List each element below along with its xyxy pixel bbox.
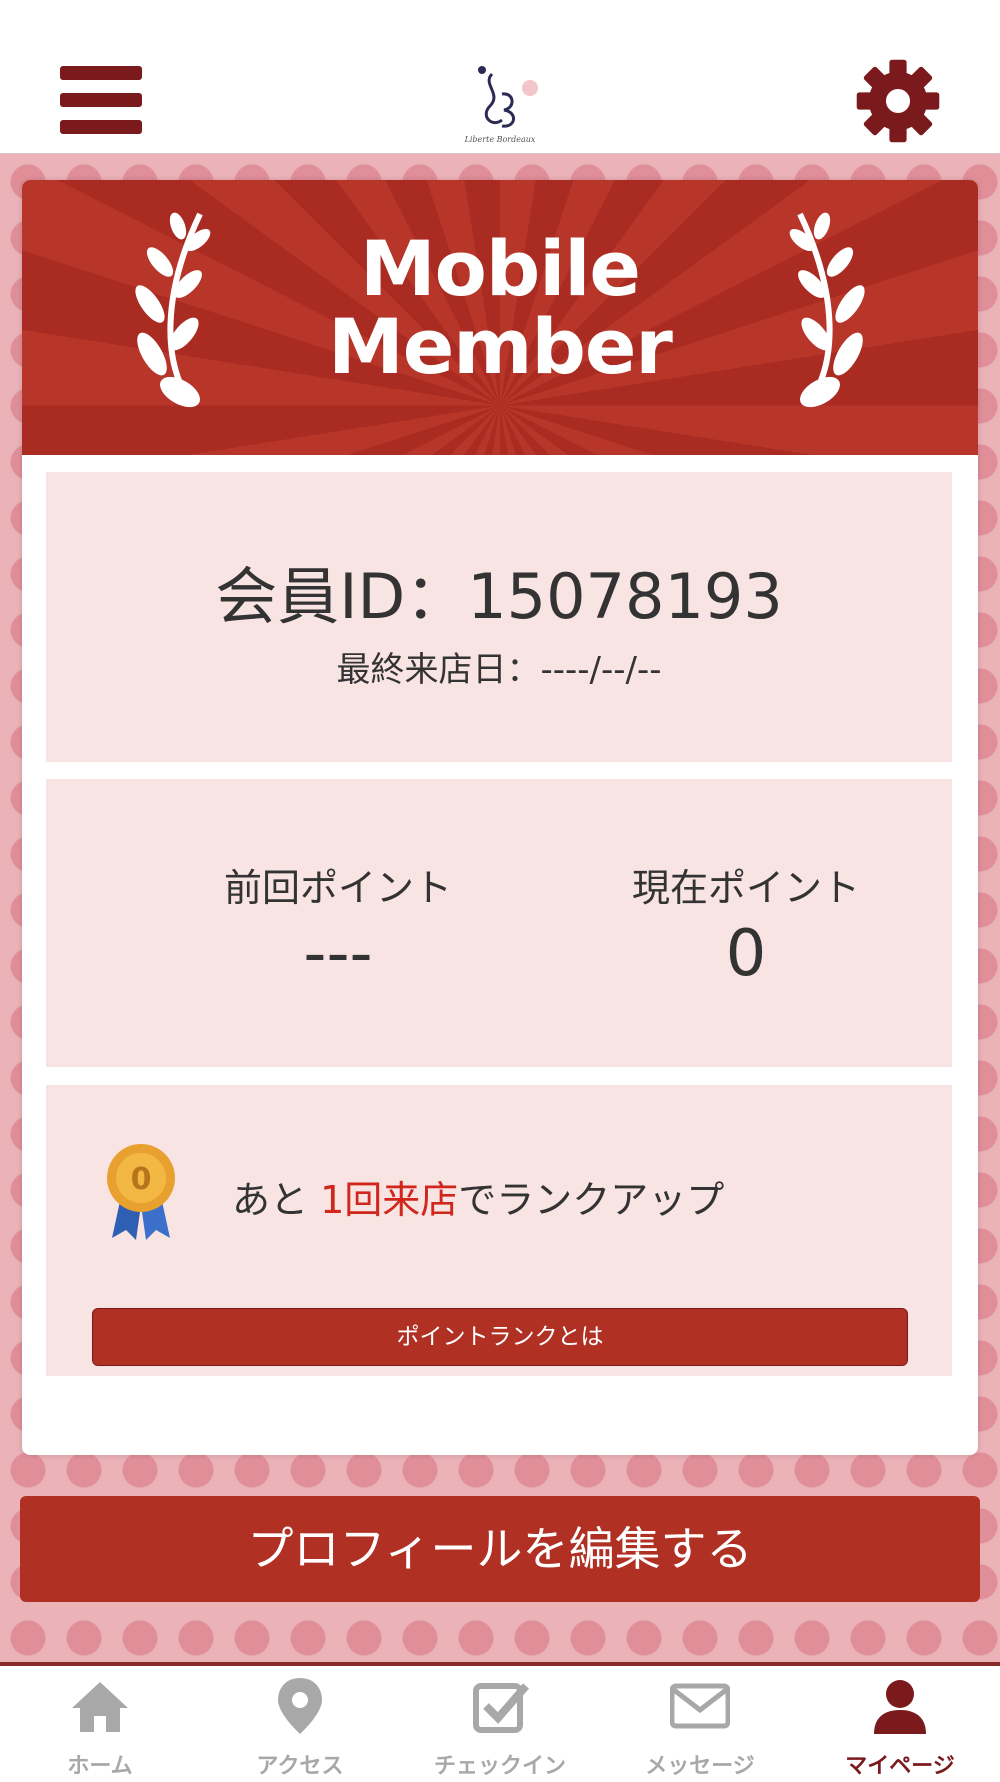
rank-visits-needed: 1回来店: [320, 1178, 459, 1222]
app-header: Liberte Bordeaux: [0, 0, 1000, 154]
tab-access[interactable]: アクセス: [200, 1666, 400, 1782]
member-card: Mobile Member 会員ID：15078193 最終来店日：----/-…: [22, 180, 978, 1455]
edit-profile-button[interactable]: プロフィールを編集する: [20, 1496, 980, 1602]
tab-mypage[interactable]: マイページ: [800, 1666, 1000, 1782]
rank-up-message: あと 1回来店でランクアップ: [232, 1169, 724, 1224]
checkbox-icon: [473, 1683, 530, 1733]
envelope-icon: [670, 1683, 730, 1729]
bottom-tab-bar: ホーム アクセス チェックイン メッセージ マイページ: [0, 1662, 1000, 1782]
user-icon: [874, 1680, 926, 1734]
previous-points-label: 前回ポイント: [223, 866, 452, 910]
tab-home[interactable]: ホーム: [0, 1666, 200, 1782]
rank-prefix: あと: [232, 1178, 321, 1222]
previous-points-value: ---: [303, 917, 373, 991]
member-info-panel: 会員ID：15078193 最終来店日：----/--/--: [46, 472, 952, 762]
tab-checkin[interactable]: チェックイン: [400, 1666, 600, 1782]
svg-text:Liberte Bordeaux: Liberte Bordeaux: [464, 135, 536, 144]
current-points-value: 0: [725, 917, 767, 991]
medal-icon: 0: [107, 1144, 175, 1240]
home-icon: [72, 1682, 128, 1732]
medal-number: 0: [131, 1162, 152, 1197]
tab-label-message: メッセージ: [645, 1754, 755, 1779]
gear-icon[interactable]: [855, 58, 941, 144]
point-rank-info-button[interactable]: ポイントランクとは: [92, 1308, 908, 1366]
member-banner: Mobile Member: [22, 180, 978, 455]
points-panel: 前回ポイント --- 現在ポイント 0: [46, 779, 952, 1067]
laurel-right-icon: [789, 212, 865, 408]
hamburger-menu-icon[interactable]: [60, 66, 142, 138]
map-pin-icon: [278, 1678, 322, 1734]
tab-label-mypage: マイページ: [845, 1754, 955, 1779]
tab-label-checkin: チェックイン: [433, 1754, 566, 1779]
rank-suffix: でランクアップ: [458, 1178, 725, 1222]
tab-message[interactable]: メッセージ: [600, 1666, 800, 1782]
last-visit-date: 最終来店日：----/--/--: [336, 650, 662, 690]
member-id: 会員ID：15078193: [215, 560, 783, 633]
tab-label-home: ホーム: [67, 1754, 133, 1779]
current-points-label: 現在ポイント: [631, 866, 860, 910]
rank-panel: 0 あと 1回来店でランクアップ ポイントランクとは: [46, 1085, 952, 1376]
tab-label-access: アクセス: [256, 1754, 344, 1779]
brand-logo: Liberte Bordeaux: [456, 58, 544, 146]
